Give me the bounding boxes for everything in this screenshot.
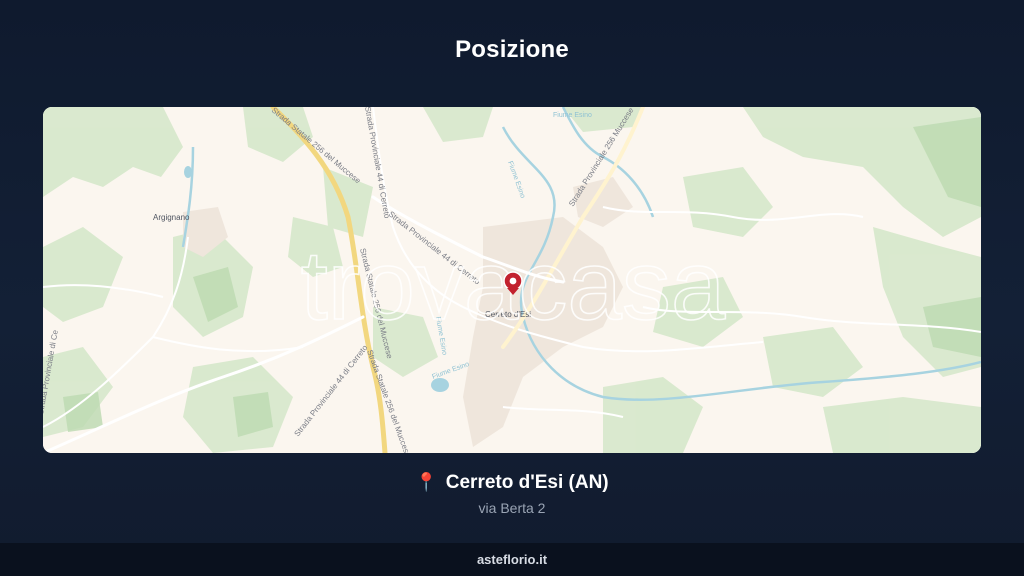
footer-site-link[interactable]: asteflorio.it xyxy=(0,552,1024,567)
page-title: Posizione xyxy=(455,36,569,63)
place-label-argignano: Argignano xyxy=(153,213,190,222)
location-city: Cerreto d'Esi (AN) xyxy=(445,472,609,493)
location-address: via Berta 2 xyxy=(478,500,546,516)
water-label-esino-top: Fiume Esino xyxy=(553,112,592,119)
map-view[interactable]: Strada Statale 256 del Muccese Strada Pr… xyxy=(43,107,981,453)
location-heading: 📍 Cerreto d'Esi (AN) xyxy=(0,472,1024,494)
map-canvas[interactable]: Strada Statale 256 del Muccese Strada Pr… xyxy=(43,107,981,453)
footer-bar: asteflorio.it xyxy=(0,543,1024,576)
pin-icon: 📍 xyxy=(415,472,438,492)
